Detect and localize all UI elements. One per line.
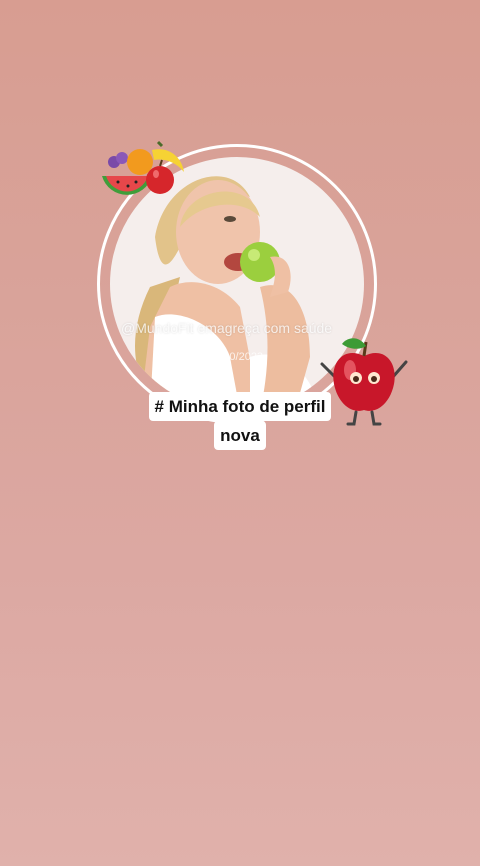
watermark-date: 29/10/2023 [208,351,264,363]
caption-line-2: nova [214,421,266,450]
story-caption[interactable]: # Minha foto de perfil nova [140,392,340,451]
caption-line-1: # Minha foto de perfil [148,392,332,421]
fruit-bundle-sticker[interactable] [100,140,190,206]
story-canvas: @MundoFit emagreça com saúde 29/10/2023 [0,0,480,866]
